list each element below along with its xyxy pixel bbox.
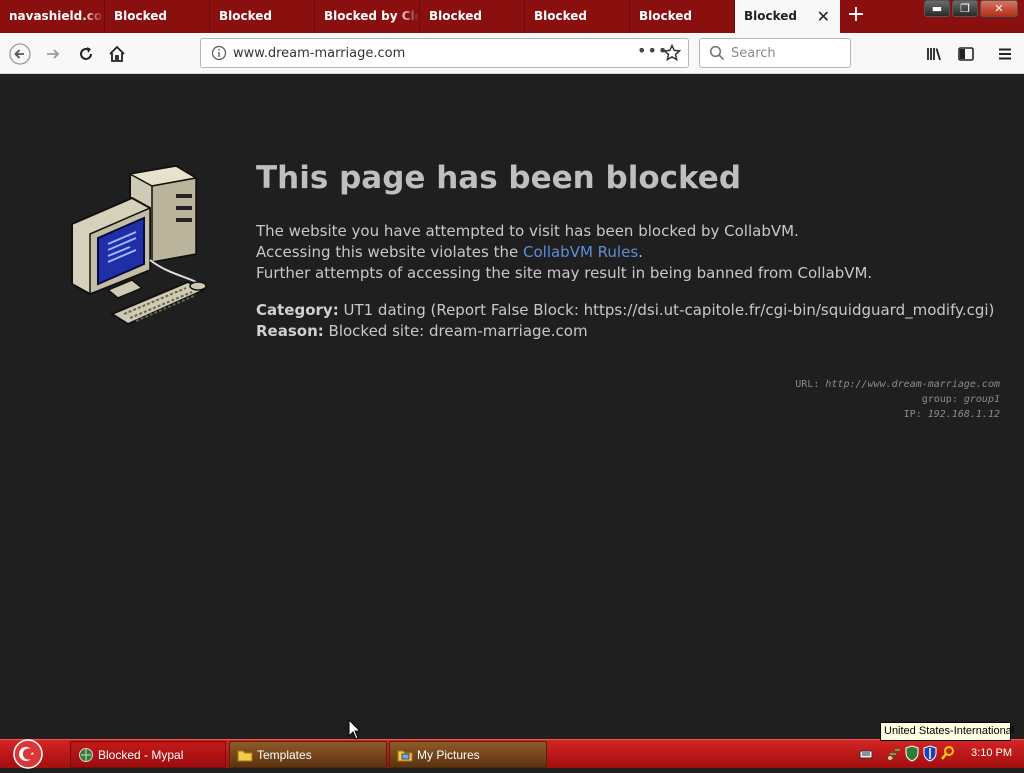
tab-blocked-4[interactable]: Blocked bbox=[525, 0, 630, 33]
taskbar: Blocked - Mypal Templates My Pictures 3:… bbox=[0, 739, 1024, 769]
tab-label: Blocked bbox=[639, 9, 693, 23]
tab-blocked-1[interactable]: Blocked bbox=[105, 0, 210, 33]
forward-arrow-icon bbox=[47, 49, 60, 59]
message-line-2: Accessing this website violates the Coll… bbox=[256, 243, 643, 261]
tab-label: Blocked bbox=[114, 9, 168, 23]
page-title: This page has been blocked bbox=[256, 160, 742, 196]
blocked-page: This page has been blocked The website y… bbox=[0, 74, 1024, 739]
address-bar[interactable]: www.dream-marriage.com ••• bbox=[200, 38, 689, 68]
tab-blocked-2[interactable]: Blocked bbox=[210, 0, 315, 33]
bookmark-star-icon[interactable] bbox=[662, 43, 682, 66]
mypal-browser-icon bbox=[78, 747, 94, 766]
computer-illustration-icon bbox=[71, 164, 207, 326]
block-details: Category: UT1 dating (Report False Block… bbox=[256, 300, 994, 342]
meta-group: group: group1 bbox=[921, 394, 1000, 405]
sidebar-icon bbox=[958, 47, 974, 61]
taskbar-item-label: My Pictures bbox=[417, 748, 480, 762]
search-tray-icon[interactable] bbox=[940, 745, 956, 761]
tab-label: Blocked bbox=[429, 9, 483, 23]
start-button[interactable] bbox=[10, 739, 46, 769]
reload-button[interactable] bbox=[73, 41, 99, 67]
message-line-3: Further attempts of accessing the site m… bbox=[256, 264, 873, 282]
tab-blocked-by-cloudflare[interactable]: Blocked by Cloudflare bbox=[315, 0, 420, 33]
home-icon bbox=[109, 45, 125, 62]
network-icon[interactable] bbox=[886, 745, 902, 761]
system-tray: 3:10 PM bbox=[859, 740, 1024, 768]
start-orb-icon bbox=[13, 739, 43, 769]
keyboard-layout-tooltip: United States-International bbox=[880, 722, 1014, 741]
taskbar-item-mypal[interactable]: Blocked - Mypal bbox=[70, 741, 226, 768]
category-label: Category: bbox=[256, 301, 339, 319]
reload-icon bbox=[80, 47, 92, 60]
new-tab-button[interactable]: + bbox=[840, 0, 872, 33]
pictures-folder-icon bbox=[397, 747, 413, 766]
navigation-bar: www.dream-marriage.com ••• Search bbox=[0, 33, 1024, 74]
tab-strip: navashield.com Blocked Blocked Blocked b… bbox=[0, 0, 1024, 33]
tab-label: Blocked bbox=[219, 9, 273, 23]
taskbar-item-label: Templates bbox=[257, 748, 312, 762]
taskbar-item-label: Blocked - Mypal bbox=[98, 748, 184, 762]
tab-label: Blocked bbox=[534, 9, 588, 23]
collabvm-rules-link[interactable]: CollabVM Rules bbox=[523, 243, 638, 261]
keyboard-layout-icon[interactable] bbox=[859, 748, 873, 760]
minimize-button[interactable]: ▬ bbox=[924, 0, 950, 17]
search-placeholder: Search bbox=[731, 46, 776, 61]
close-window-button[interactable]: ✕ bbox=[980, 0, 1018, 17]
info-icon[interactable] bbox=[211, 45, 227, 65]
search-box[interactable]: Search bbox=[699, 38, 851, 68]
library-button[interactable] bbox=[921, 41, 947, 67]
taskbar-item-my-pictures[interactable]: My Pictures bbox=[389, 741, 547, 768]
url-text: www.dream-marriage.com bbox=[233, 46, 406, 61]
meta-url: URL: http://www.dream-marriage.com bbox=[795, 379, 1000, 390]
folder-icon bbox=[237, 747, 253, 766]
sidebar-button[interactable] bbox=[953, 41, 979, 67]
request-metadata: URL: http://www.dream-marriage.com group… bbox=[795, 377, 1000, 422]
window-controls: ▬ ❐ ✕ bbox=[924, 0, 1018, 17]
block-message: The website you have attempted to visit … bbox=[256, 221, 872, 284]
message-line-1: The website you have attempted to visit … bbox=[256, 222, 799, 240]
search-icon bbox=[709, 45, 725, 65]
category-value: UT1 dating (Report False Block: https://… bbox=[338, 301, 995, 319]
antivirus-shield-icon[interactable] bbox=[922, 745, 938, 762]
tab-navashield[interactable]: navashield.com bbox=[0, 0, 105, 33]
clock[interactable]: 3:10 PM bbox=[971, 747, 1012, 759]
tab-blocked-active[interactable]: Blocked ✕ bbox=[735, 0, 840, 33]
hamburger-menu-icon bbox=[999, 48, 1011, 60]
category-row: Category: UT1 dating (Report False Block… bbox=[256, 300, 994, 321]
reason-row: Reason: Blocked site: dream-marriage.com bbox=[256, 321, 994, 342]
maximize-button[interactable]: ❐ bbox=[952, 0, 978, 17]
back-arrow-icon bbox=[9, 43, 31, 65]
reason-value: Blocked site: dream-marriage.com bbox=[323, 322, 588, 340]
tab-label: Blocked bbox=[744, 9, 798, 23]
mouse-cursor-icon bbox=[348, 719, 362, 740]
security-shield-icon[interactable] bbox=[904, 745, 920, 762]
meta-ip: IP: 192.168.1.12 bbox=[903, 409, 1000, 420]
taskbar-item-templates[interactable]: Templates bbox=[229, 741, 387, 768]
back-button[interactable] bbox=[7, 41, 33, 67]
forward-button[interactable] bbox=[40, 41, 66, 67]
library-icon bbox=[927, 48, 941, 61]
tab-blocked-3[interactable]: Blocked bbox=[420, 0, 525, 33]
home-button[interactable] bbox=[104, 41, 130, 67]
reason-label: Reason: bbox=[256, 322, 324, 340]
close-tab-icon[interactable]: ✕ bbox=[817, 7, 830, 26]
tab-blocked-5[interactable]: Blocked bbox=[630, 0, 735, 33]
menu-button[interactable] bbox=[992, 41, 1018, 67]
